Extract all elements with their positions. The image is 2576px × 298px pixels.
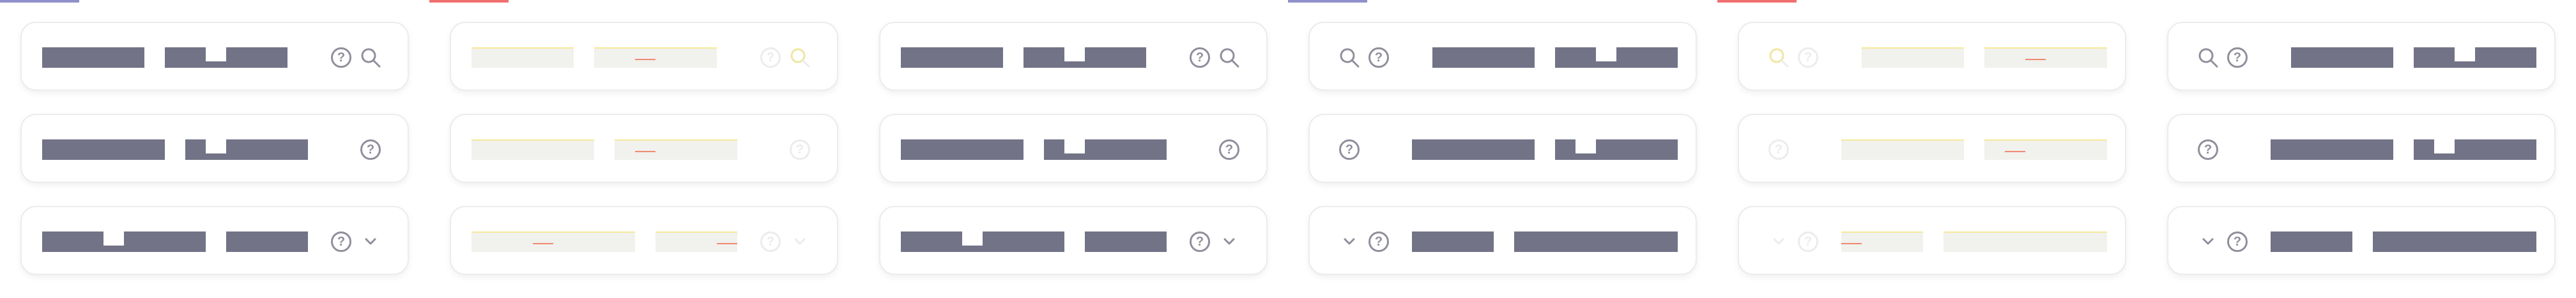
text-input-card[interactable]: ? bbox=[20, 114, 409, 183]
help-icon[interactable]: ? bbox=[1339, 139, 1360, 160]
text-placeholder-bar bbox=[1412, 231, 1494, 252]
help-icon[interactable]: ? bbox=[331, 47, 351, 68]
column-3-enabled-ltr: ? ? ? bbox=[859, 0, 1288, 298]
text-placeholder-bar bbox=[226, 231, 308, 252]
search-icon bbox=[1768, 47, 1789, 68]
help-icon: ? bbox=[790, 139, 810, 160]
help-icon[interactable]: ? bbox=[331, 231, 351, 252]
chevron-down-icon[interactable] bbox=[1219, 231, 1239, 252]
text-placeholder-bar bbox=[1984, 47, 2107, 68]
column-tab bbox=[0, 0, 79, 3]
select-input-card-disabled: ? bbox=[450, 206, 838, 275]
column-tab bbox=[429, 0, 509, 3]
column-tab bbox=[1288, 0, 1367, 3]
search-input-card-rtl-disabled: ? bbox=[1738, 22, 2126, 91]
text-placeholder-bar bbox=[42, 47, 144, 68]
help-icon: ? bbox=[1768, 139, 1789, 160]
text-placeholder-bar bbox=[1984, 139, 2107, 160]
search-icon[interactable] bbox=[360, 47, 381, 68]
help-icon: ? bbox=[760, 231, 781, 252]
column-2-disabled-ltr: ? ? ? bbox=[429, 0, 859, 298]
text-placeholder-bar bbox=[2271, 139, 2393, 160]
text-placeholder-bar bbox=[42, 139, 165, 160]
chevron-down-icon bbox=[1768, 231, 1789, 252]
help-icon: ? bbox=[1798, 47, 1818, 68]
column-tab bbox=[1717, 0, 1797, 3]
text-placeholder-bar bbox=[471, 139, 594, 160]
search-icon[interactable] bbox=[2198, 47, 2218, 68]
chevron-down-icon bbox=[790, 231, 810, 252]
text-placeholder-bar bbox=[1555, 47, 1678, 68]
text-placeholder-bar bbox=[2271, 231, 2352, 252]
column-5-disabled-rtl: ? ? ? bbox=[1717, 0, 2147, 298]
column-4-enabled-rtl: ? ? ? bbox=[1288, 0, 1717, 298]
text-placeholder-bar bbox=[1841, 231, 1923, 252]
help-icon[interactable]: ? bbox=[1219, 139, 1239, 160]
text-placeholder-bar bbox=[594, 47, 717, 68]
text-placeholder-bar bbox=[1943, 231, 2107, 252]
text-placeholder-bar bbox=[471, 231, 635, 252]
text-placeholder-bar bbox=[2414, 139, 2536, 160]
text-placeholder-bar bbox=[471, 47, 574, 68]
help-icon[interactable]: ? bbox=[1190, 231, 1210, 252]
text-placeholder-bar bbox=[1432, 47, 1535, 68]
search-icon[interactable] bbox=[1339, 47, 1360, 68]
help-icon[interactable]: ? bbox=[2227, 47, 2248, 68]
text-placeholder-bar bbox=[1555, 139, 1678, 160]
help-icon[interactable]: ? bbox=[1368, 47, 1389, 68]
text-input-card[interactable]: ? bbox=[879, 114, 1268, 183]
text-input-card-rtl[interactable]: ? bbox=[1308, 114, 1697, 183]
select-input-card-rtl[interactable]: ? bbox=[1308, 206, 1697, 275]
help-icon[interactable]: ? bbox=[1368, 231, 1389, 252]
help-icon[interactable]: ? bbox=[360, 139, 381, 160]
text-placeholder-bar bbox=[1514, 231, 1678, 252]
select-input-card-rtl-disabled: ? bbox=[1738, 206, 2126, 275]
help-icon[interactable]: ? bbox=[2198, 139, 2218, 160]
chevron-down-icon[interactable] bbox=[2198, 231, 2218, 252]
text-placeholder-bar bbox=[1862, 47, 1964, 68]
select-input-card[interactable]: ? bbox=[20, 206, 409, 275]
chevron-down-icon[interactable] bbox=[1339, 231, 1360, 252]
search-icon[interactable] bbox=[1219, 47, 1239, 68]
text-placeholder-bar bbox=[185, 139, 308, 160]
text-placeholder-bar bbox=[1841, 139, 1964, 160]
text-placeholder-bar bbox=[615, 139, 737, 160]
text-placeholder-bar bbox=[1412, 139, 1535, 160]
text-placeholder-bar bbox=[2291, 47, 2393, 68]
text-placeholder-bar bbox=[901, 231, 1064, 252]
search-icon bbox=[790, 47, 810, 68]
help-icon: ? bbox=[760, 47, 781, 68]
chevron-down-icon[interactable] bbox=[360, 231, 381, 252]
text-placeholder-bar bbox=[1023, 47, 1146, 68]
search-input-card-rtl[interactable]: ? bbox=[1308, 22, 1697, 91]
search-input-card[interactable]: ? bbox=[20, 22, 409, 91]
text-placeholder-bar bbox=[1085, 231, 1167, 252]
text-placeholder-bar bbox=[2373, 231, 2536, 252]
text-input-card-rtl-disabled: ? bbox=[1738, 114, 2126, 183]
select-input-card[interactable]: ? bbox=[879, 206, 1268, 275]
column-1-enabled-ltr: ? ? ? bbox=[0, 0, 429, 298]
text-placeholder-bar bbox=[1044, 139, 1167, 160]
text-placeholder-bar bbox=[901, 47, 1003, 68]
text-placeholder-bar bbox=[901, 139, 1023, 160]
search-input-card-rtl[interactable]: ? bbox=[2167, 22, 2556, 91]
help-icon[interactable]: ? bbox=[1190, 47, 1210, 68]
search-input-card[interactable]: ? bbox=[879, 22, 1268, 91]
help-icon: ? bbox=[1798, 231, 1818, 252]
text-placeholder-bar bbox=[165, 47, 288, 68]
text-input-card-rtl[interactable]: ? bbox=[2167, 114, 2556, 183]
text-input-card-disabled: ? bbox=[450, 114, 838, 183]
help-icon[interactable]: ? bbox=[2227, 231, 2248, 252]
text-placeholder-bar bbox=[2414, 47, 2536, 68]
text-placeholder-bar bbox=[42, 231, 206, 252]
text-placeholder-bar bbox=[656, 231, 737, 252]
select-input-card-rtl[interactable]: ? bbox=[2167, 206, 2556, 275]
showcase-row: ? ? ? ? ? ? ? ? ? ? ? ? ? ? ? ? ? ? bbox=[0, 0, 2576, 298]
search-input-card-disabled: ? bbox=[450, 22, 838, 91]
column-6-enabled-rtl: ? ? ? bbox=[2147, 0, 2576, 298]
